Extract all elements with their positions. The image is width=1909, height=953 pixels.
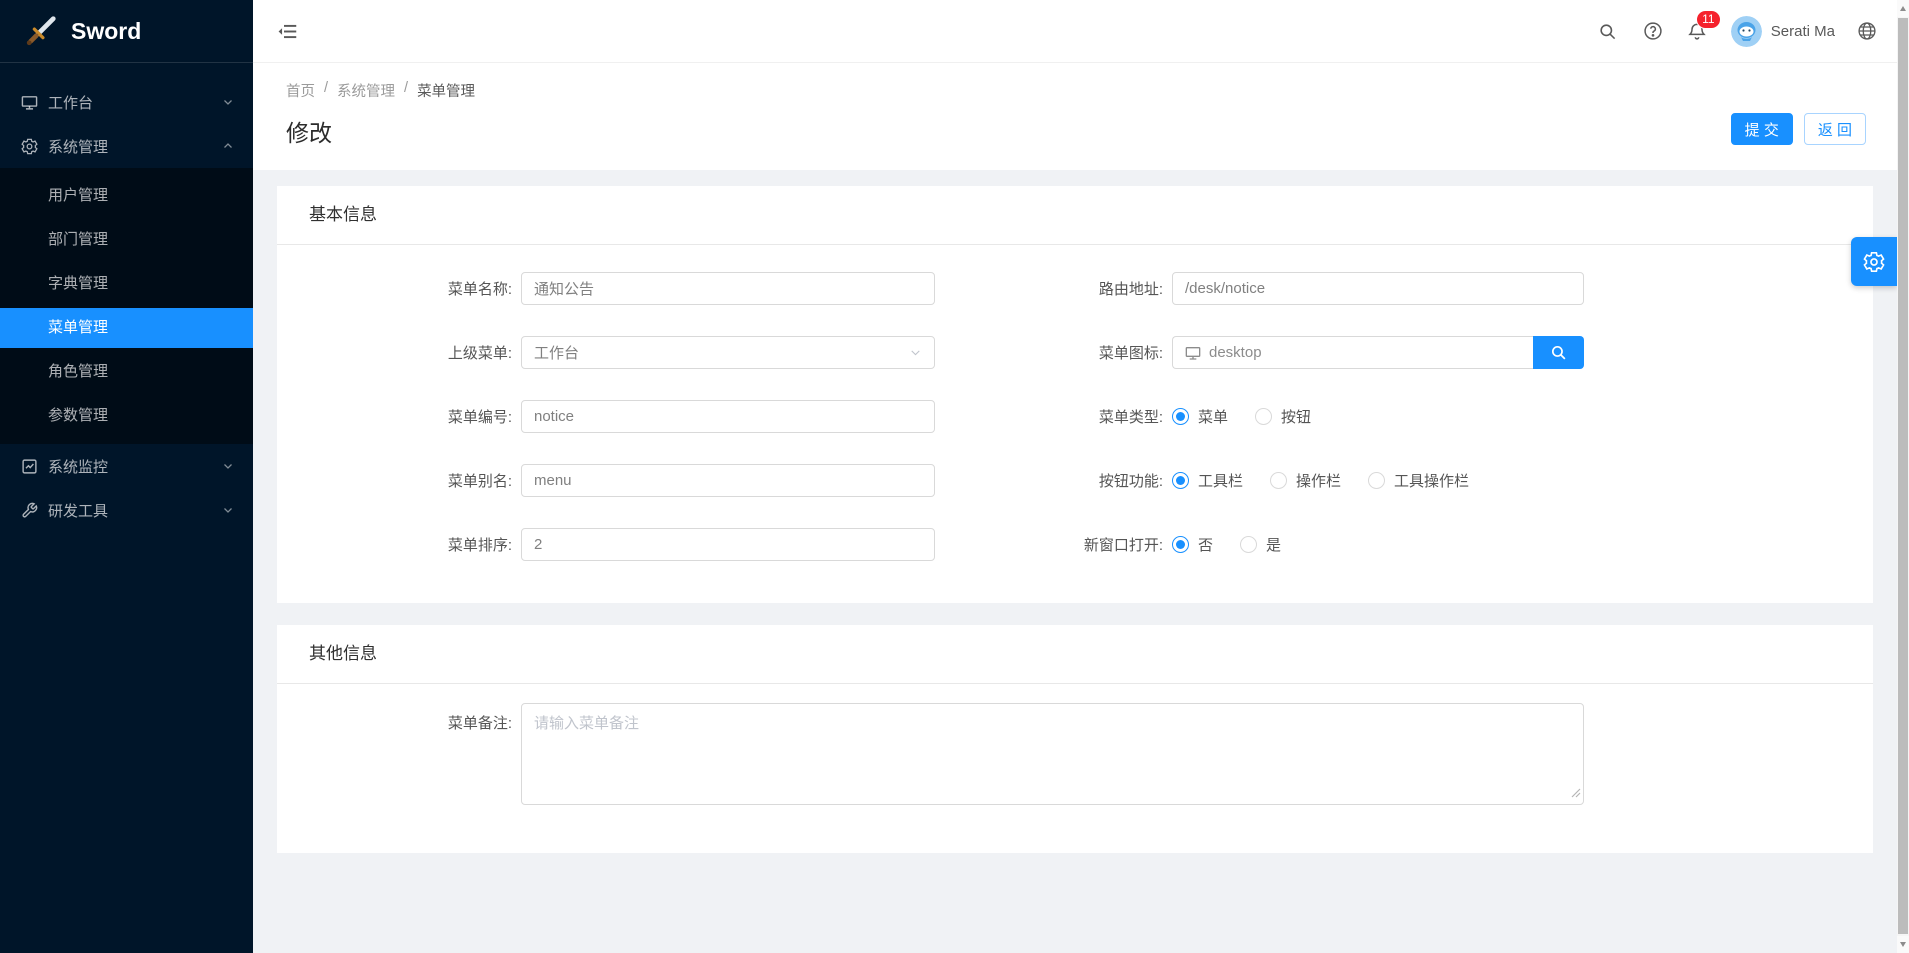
menu-remark-textarea[interactable] bbox=[521, 703, 1584, 805]
sidebar-item-system-monitor[interactable]: 系统监控 bbox=[0, 444, 253, 488]
help-icon[interactable] bbox=[1643, 21, 1663, 41]
radio-unchecked-icon bbox=[1270, 472, 1287, 489]
page-scrollbar[interactable] bbox=[1897, 0, 1909, 953]
menu-type-radio-menu[interactable]: 菜单 bbox=[1172, 406, 1228, 427]
breadcrumb-section[interactable]: 系统管理 bbox=[337, 80, 395, 101]
textarea-resize-handle[interactable] bbox=[1571, 785, 1581, 803]
page-actions: 提 交 返 回 bbox=[1731, 113, 1866, 145]
chevron-up-icon bbox=[222, 140, 234, 152]
menu-fold-icon[interactable] bbox=[277, 21, 298, 42]
menu-code-input[interactable] bbox=[521, 400, 935, 433]
system-mgmt-submenu: 用户管理 部门管理 字典管理 菜单管理 角色管理 参数管理 bbox=[0, 168, 253, 444]
menu-type-radio-button[interactable]: 按钮 bbox=[1255, 406, 1311, 427]
sidebar-item-system-mgmt[interactable]: 系统管理 bbox=[0, 124, 253, 168]
button-func-radio-group: 工具栏 操作栏 工具操作栏 bbox=[1172, 470, 1469, 491]
menu-alias-label: 菜单别名: bbox=[382, 470, 512, 491]
new-window-radio-no[interactable]: 否 bbox=[1172, 534, 1213, 555]
notification-bell-icon[interactable]: 11 bbox=[1687, 21, 1707, 41]
avatar[interactable] bbox=[1731, 16, 1762, 47]
app-title: Sword bbox=[71, 18, 141, 45]
radio-unchecked-icon bbox=[1368, 472, 1385, 489]
other-info-card: 其他信息 菜单备注: bbox=[277, 625, 1873, 853]
menu-name-label: 菜单名称: bbox=[382, 278, 512, 299]
desktop-icon bbox=[1185, 345, 1201, 361]
menu-sort-label: 菜单排序: bbox=[382, 534, 512, 555]
theme-settings-button[interactable] bbox=[1851, 237, 1897, 286]
radio-unchecked-icon bbox=[1240, 536, 1257, 553]
scrollbar-up-arrow[interactable] bbox=[1897, 0, 1909, 17]
new-window-radio-yes[interactable]: 是 bbox=[1240, 534, 1281, 555]
icon-search-button[interactable] bbox=[1533, 336, 1584, 369]
sidebar-item-dev-tools[interactable]: 研发工具 bbox=[0, 488, 253, 532]
radio-checked-icon bbox=[1172, 472, 1189, 489]
globe-icon[interactable] bbox=[1857, 21, 1877, 41]
search-icon[interactable] bbox=[1598, 22, 1617, 41]
sidebar-item-dept-mgmt[interactable]: 部门管理 bbox=[0, 220, 253, 260]
radio-checked-icon bbox=[1172, 408, 1189, 425]
section-title-basic: 基本信息 bbox=[277, 186, 1873, 244]
menu-type-radio-group: 菜单 按钮 bbox=[1172, 406, 1311, 427]
new-window-radio-group: 否 是 bbox=[1172, 534, 1281, 555]
parent-menu-label: 上级菜单: bbox=[382, 342, 512, 363]
main-content: 基本信息 菜单名称: 路由地址: 上级菜单: 工作台 bbox=[253, 170, 1897, 953]
route-label: 路由地址: bbox=[1075, 278, 1163, 299]
menu-sort-input[interactable] bbox=[521, 528, 935, 561]
menu-alias-input[interactable] bbox=[521, 464, 935, 497]
sidebar-item-param-mgmt[interactable]: 参数管理 bbox=[0, 396, 253, 436]
sword-logo-icon bbox=[24, 14, 58, 48]
breadcrumb-separator: / bbox=[324, 80, 328, 101]
submit-button[interactable]: 提 交 bbox=[1731, 113, 1793, 145]
tool-wrench-icon bbox=[21, 502, 38, 519]
setting-gear-icon bbox=[21, 138, 38, 155]
sidebar-item-dict-mgmt[interactable]: 字典管理 bbox=[0, 264, 253, 304]
breadcrumb-current: 菜单管理 bbox=[417, 80, 475, 101]
menu-icon-value: desktop bbox=[1209, 344, 1262, 361]
parent-menu-value: 工作台 bbox=[534, 342, 579, 363]
page-title: 修改 bbox=[286, 114, 1897, 148]
sidebar-item-role-mgmt[interactable]: 角色管理 bbox=[0, 352, 253, 392]
basic-info-card: 基本信息 菜单名称: 路由地址: 上级菜单: 工作台 bbox=[277, 186, 1873, 603]
topbar-right: 11 Serati Ma bbox=[1598, 16, 1877, 47]
menu-remark-label: 菜单备注: bbox=[382, 712, 512, 733]
parent-menu-select[interactable]: 工作台 bbox=[521, 336, 935, 369]
menu-type-label: 菜单类型: bbox=[1075, 406, 1163, 427]
breadcrumb-separator: / bbox=[404, 80, 408, 101]
notification-badge: 11 bbox=[1696, 10, 1721, 29]
button-func-radio-toolbar[interactable]: 工具栏 bbox=[1172, 470, 1243, 491]
radio-checked-icon bbox=[1172, 536, 1189, 553]
chevron-down-icon bbox=[222, 460, 234, 472]
menu-icon-label: 菜单图标: bbox=[1075, 342, 1163, 363]
route-input[interactable] bbox=[1172, 272, 1584, 305]
breadcrumb-home[interactable]: 首页 bbox=[286, 80, 315, 101]
new-window-label: 新窗口打开: bbox=[1075, 534, 1163, 555]
chevron-down-icon bbox=[909, 346, 922, 359]
monitor-chart-icon bbox=[21, 458, 38, 475]
topbar: 11 Serati Ma bbox=[253, 0, 1897, 63]
chevron-down-icon bbox=[222, 96, 234, 108]
sidebar-item-menu-mgmt[interactable]: 菜单管理 bbox=[0, 308, 253, 348]
menu-code-label: 菜单编号: bbox=[382, 406, 512, 427]
gear-icon bbox=[1863, 251, 1885, 273]
sidebar-item-user-mgmt[interactable]: 用户管理 bbox=[0, 176, 253, 216]
scrollbar-thumb[interactable] bbox=[1898, 18, 1908, 934]
search-icon bbox=[1550, 344, 1567, 361]
chevron-down-icon bbox=[222, 504, 234, 516]
menu-icon-input[interactable]: desktop bbox=[1172, 336, 1533, 369]
menu-name-input[interactable] bbox=[521, 272, 935, 305]
button-func-label: 按钮功能: bbox=[1075, 470, 1163, 491]
radio-unchecked-icon bbox=[1255, 408, 1272, 425]
page-header: 首页 / 系统管理 / 菜单管理 修改 提 交 返 回 bbox=[253, 63, 1897, 170]
sidebar-nav: 工作台 系统管理 用户管理 部门管理 字典管理 菜单管理 角色管理 参数管理 bbox=[0, 63, 253, 532]
back-button[interactable]: 返 回 bbox=[1804, 113, 1866, 145]
desktop-icon bbox=[21, 94, 38, 111]
sidebar-item-workbench[interactable]: 工作台 bbox=[0, 80, 253, 124]
section-title-other: 其他信息 bbox=[277, 625, 1873, 683]
app-logo[interactable]: Sword bbox=[0, 0, 253, 63]
sidebar: Sword 工作台 系统管理 用户管理 部门管理 字典管理 菜单管理 bbox=[0, 0, 253, 953]
user-name[interactable]: Serati Ma bbox=[1771, 23, 1835, 40]
breadcrumb: 首页 / 系统管理 / 菜单管理 bbox=[286, 80, 1897, 101]
scrollbar-down-arrow[interactable] bbox=[1897, 936, 1909, 953]
button-func-radio-actionbar[interactable]: 操作栏 bbox=[1270, 470, 1341, 491]
button-func-radio-tool-actionbar[interactable]: 工具操作栏 bbox=[1368, 470, 1469, 491]
